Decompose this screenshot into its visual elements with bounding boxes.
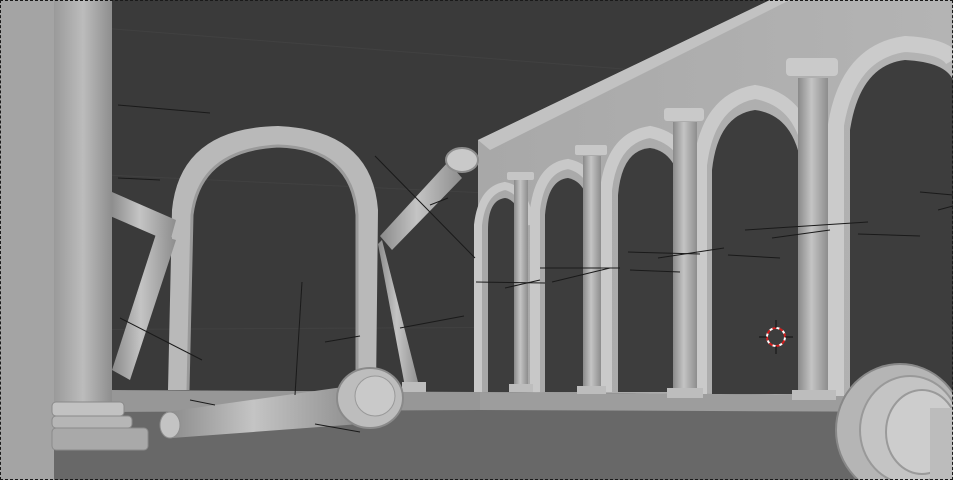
- arch-opening-4: [712, 110, 802, 394]
- arch-opening-3: [618, 148, 682, 392]
- scene-canvas[interactable]: [0, 0, 953, 480]
- arch-opening-5: [850, 60, 953, 396]
- 3d-viewport[interactable]: [0, 0, 953, 480]
